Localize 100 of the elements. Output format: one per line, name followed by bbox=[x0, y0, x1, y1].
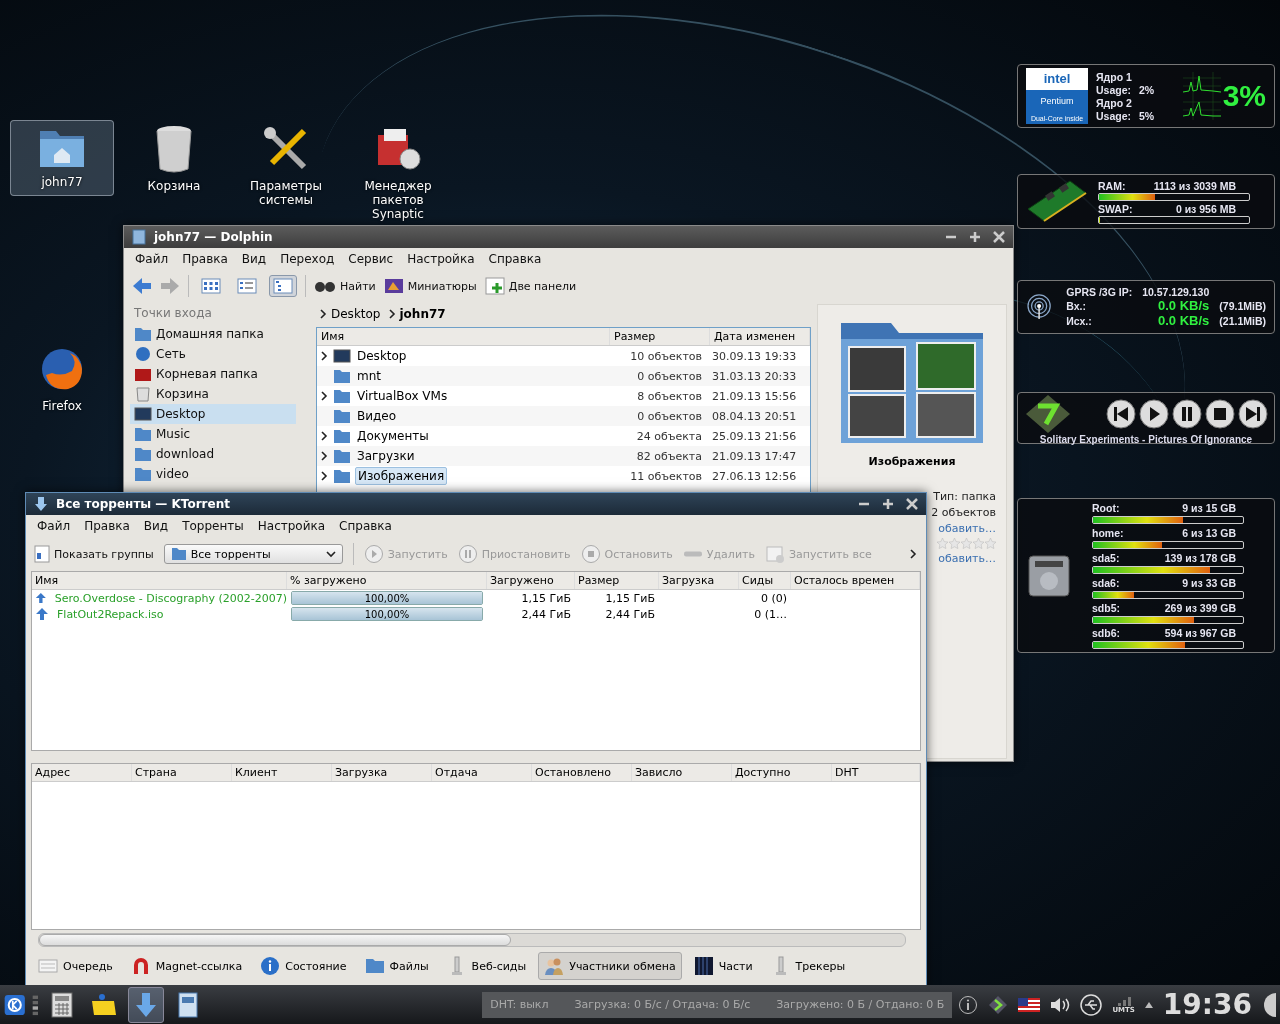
tray-expand-icon[interactable] bbox=[1144, 1001, 1153, 1008]
rating-stars[interactable] bbox=[937, 538, 996, 549]
star-icon bbox=[949, 538, 960, 549]
column-header[interactable]: Доступно bbox=[732, 764, 832, 781]
breadcrumb-item[interactable]: Desktop bbox=[320, 307, 381, 321]
desktop-icon[interactable]: Менеджер пакетов Synaptic bbox=[346, 120, 450, 228]
expand-caret-icon[interactable] bbox=[321, 471, 329, 481]
torrent-name[interactable]: Sero.Overdose - Discography (2002-2007) bbox=[54, 591, 287, 605]
menu-item[interactable]: Вид bbox=[143, 519, 169, 533]
desktop-icon[interactable]: Firefox bbox=[10, 340, 114, 420]
places-item[interactable]: Сеть bbox=[130, 344, 296, 364]
column-header[interactable]: Страна bbox=[132, 764, 232, 781]
clock[interactable]: 19:36 bbox=[1162, 988, 1252, 1021]
panel-tab[interactable]: Части bbox=[687, 952, 759, 980]
show-groups-button[interactable]: Показать группы bbox=[34, 545, 154, 563]
more-chevron-icon[interactable] bbox=[910, 549, 918, 559]
places-item[interactable]: download bbox=[130, 444, 296, 464]
panel-tab[interactable]: Очередь bbox=[32, 952, 119, 980]
size-cell-text: 10 объектов bbox=[629, 349, 703, 363]
desktop-icon[interactable]: john77 bbox=[10, 120, 114, 196]
expand-caret-icon[interactable] bbox=[321, 351, 329, 361]
toolbar-button[interactable]: Две панели bbox=[484, 277, 577, 295]
column-header[interactable]: Загрузка bbox=[332, 764, 432, 781]
play-arrow-icon[interactable] bbox=[988, 994, 1009, 1015]
usb-icon[interactable] bbox=[1080, 993, 1103, 1016]
panel-tab[interactable]: Файлы bbox=[358, 952, 435, 980]
column-header[interactable]: Сиды bbox=[739, 572, 791, 589]
menu-item[interactable]: Файл bbox=[135, 252, 169, 266]
view-mode-button[interactable] bbox=[269, 275, 297, 297]
desktop-icon[interactable]: Корзина bbox=[122, 120, 226, 200]
close-button[interactable] bbox=[993, 231, 1005, 243]
next-button[interactable] bbox=[1238, 399, 1268, 429]
menu-item[interactable]: Правка bbox=[84, 519, 130, 533]
expand-caret-icon[interactable] bbox=[321, 391, 329, 401]
column-header[interactable]: Загружено bbox=[487, 572, 575, 589]
menu-item[interactable]: Сервис bbox=[348, 252, 394, 266]
column-header[interactable]: DHT bbox=[832, 764, 920, 781]
menu-item[interactable]: Вид bbox=[241, 252, 267, 266]
maximize-button[interactable] bbox=[969, 231, 981, 243]
expand-caret-icon[interactable] bbox=[321, 451, 329, 461]
expand-caret-icon[interactable] bbox=[321, 431, 329, 441]
menu-item[interactable]: Справка bbox=[488, 252, 542, 266]
stop-button[interactable] bbox=[1205, 399, 1235, 429]
file-name[interactable]: Документы bbox=[355, 428, 431, 444]
file-name[interactable]: Изображения bbox=[355, 467, 448, 485]
toolbar-button[interactable]: Миниатюры bbox=[383, 278, 477, 294]
file-name[interactable]: Видео bbox=[355, 408, 399, 424]
panel-tab[interactable]: Трекеры bbox=[764, 952, 852, 980]
file-name[interactable]: Desktop bbox=[355, 348, 409, 364]
flag-icon[interactable] bbox=[1018, 997, 1041, 1012]
places-item[interactable]: video bbox=[130, 464, 296, 484]
file-name[interactable]: VirtualBox VMs bbox=[355, 388, 450, 404]
panel-tab[interactable]: Веб-сиды bbox=[440, 952, 533, 980]
column-header[interactable]: Клиент bbox=[232, 764, 332, 781]
add-link[interactable]: обавить… bbox=[938, 552, 996, 565]
people-icon bbox=[544, 956, 565, 976]
torrent-name[interactable]: FlatOut2Repack.iso bbox=[57, 607, 164, 621]
volume-icon[interactable] bbox=[1050, 995, 1071, 1014]
column-header[interactable]: Адрес bbox=[32, 764, 132, 781]
maximize-button[interactable] bbox=[882, 498, 894, 510]
menu-item[interactable]: Справка bbox=[339, 519, 392, 533]
toolbar-button[interactable]: Найти bbox=[314, 279, 376, 293]
places-item[interactable]: Корневая папка bbox=[130, 364, 296, 384]
column-header[interactable]: Загрузка bbox=[659, 572, 739, 589]
menu-item[interactable]: Файл bbox=[37, 519, 71, 533]
places-item[interactable]: Корзина bbox=[130, 384, 296, 404]
panel-tab[interactable]: Состояние bbox=[254, 952, 353, 980]
group-dropdown[interactable]: Все торренты bbox=[163, 544, 343, 564]
close-button[interactable] bbox=[906, 498, 918, 510]
menu-item[interactable]: Торренты bbox=[182, 519, 244, 533]
panel-tab[interactable]: Участники обмена bbox=[538, 952, 682, 980]
play-button[interactable] bbox=[1139, 399, 1169, 429]
breadcrumb-item[interactable]: john77 bbox=[388, 307, 446, 321]
places-item[interactable]: Music bbox=[130, 424, 296, 444]
column-header[interactable]: Отдача bbox=[432, 764, 532, 781]
add-link[interactable]: обавить… bbox=[938, 522, 996, 535]
column-header[interactable]: Имя bbox=[32, 572, 287, 589]
menu-item[interactable]: Настройка bbox=[257, 519, 326, 533]
file-name[interactable]: mnt bbox=[355, 368, 383, 384]
horizontal-scrollbar[interactable] bbox=[38, 933, 906, 947]
column-header[interactable]: Размер bbox=[610, 328, 710, 345]
column-header[interactable]: Имя bbox=[317, 328, 610, 345]
column-header[interactable]: Дата изменен bbox=[710, 328, 810, 345]
column-header[interactable]: Осталось времен bbox=[791, 572, 920, 589]
info-icon[interactable] bbox=[958, 994, 979, 1015]
column-header[interactable]: % загружено bbox=[287, 572, 487, 589]
places-item[interactable]: Desktop bbox=[130, 404, 296, 424]
back-arrow-icon[interactable] bbox=[132, 277, 152, 295]
file-name[interactable]: Загрузки bbox=[355, 448, 417, 464]
column-header[interactable]: Зависло bbox=[632, 764, 732, 781]
column-header[interactable]: Остановлено bbox=[532, 764, 632, 781]
menu-item[interactable]: Правка bbox=[182, 252, 228, 266]
pause-button[interactable] bbox=[1172, 399, 1202, 429]
previous-button[interactable] bbox=[1106, 399, 1136, 429]
places-item[interactable]: Домашняя папка bbox=[130, 324, 296, 344]
desktop-icon[interactable]: Параметры системы bbox=[234, 120, 338, 214]
panel-tab[interactable]: Magnet-ссылка bbox=[124, 952, 249, 980]
menu-item[interactable]: Настройка bbox=[407, 252, 475, 266]
menu-item[interactable]: Переход bbox=[280, 252, 335, 266]
column-header[interactable]: Размер bbox=[575, 572, 659, 589]
